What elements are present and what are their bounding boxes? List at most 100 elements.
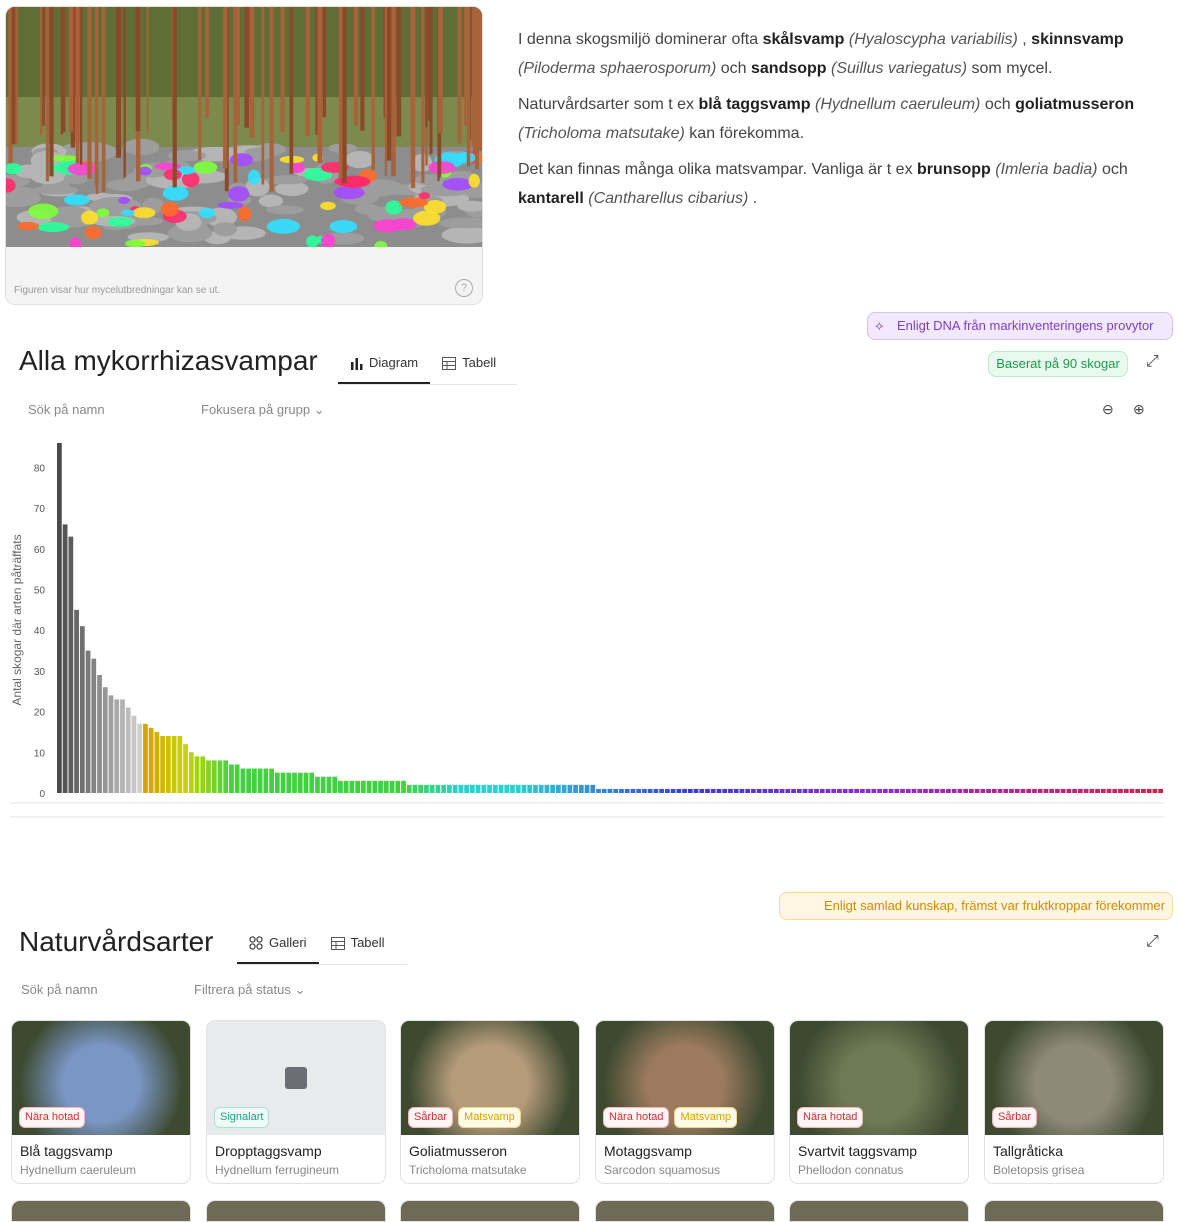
chart-bar[interactable] xyxy=(538,784,544,793)
chart-bar[interactable] xyxy=(796,788,802,793)
chart-bar[interactable] xyxy=(1009,788,1014,793)
chart-bar[interactable] xyxy=(125,707,131,793)
chart-bar[interactable] xyxy=(848,788,854,793)
chart-bar[interactable] xyxy=(223,760,229,793)
chart-bar[interactable] xyxy=(1152,788,1158,793)
species-card-next-row[interactable] xyxy=(400,1200,580,1222)
species-card[interactable]: Sårbar Matsvamp Goliatmusseron Tricholoma m… xyxy=(400,1020,580,1184)
chart-bar[interactable] xyxy=(309,772,315,793)
species-card[interactable]: Nära hotad Blå taggsvamp Hydnellum caerule… xyxy=(11,1020,191,1184)
chart-bar[interactable] xyxy=(452,784,458,793)
chart-bar[interactable] xyxy=(269,768,274,793)
chart-bar[interactable] xyxy=(1095,788,1100,793)
search-input[interactable]: Sök på namn xyxy=(28,402,105,417)
chart-bar[interactable] xyxy=(917,788,923,793)
chart-bar[interactable] xyxy=(745,788,751,793)
chart-bar[interactable] xyxy=(699,788,705,793)
chart-bar[interactable] xyxy=(68,536,74,793)
chart-bar[interactable] xyxy=(177,736,183,793)
chart-bar[interactable] xyxy=(447,784,452,793)
chart-bar[interactable] xyxy=(137,723,143,793)
chart-bar[interactable] xyxy=(630,788,636,793)
chart-bar[interactable] xyxy=(263,768,269,793)
chart-bar[interactable] xyxy=(424,784,429,793)
filter-status-dropdown[interactable]: Filtrera på status ⌄ xyxy=(194,982,305,998)
chart-bar[interactable] xyxy=(487,784,492,793)
chart-bar[interactable] xyxy=(165,736,171,793)
expand-icon-2[interactable]: ⤢ xyxy=(1146,933,1159,951)
chart-bar[interactable] xyxy=(395,780,401,793)
chart-bar[interactable] xyxy=(653,788,659,793)
chart-bar[interactable] xyxy=(102,687,108,793)
chart-bar[interactable] xyxy=(515,784,521,793)
expand-icon[interactable]: ⤢ xyxy=(1146,353,1159,371)
chart-bar[interactable] xyxy=(217,760,223,793)
chart-bar[interactable] xyxy=(1118,788,1123,793)
chart-bar[interactable] xyxy=(160,736,165,793)
chart-bar[interactable] xyxy=(802,788,808,793)
chart-bar[interactable] xyxy=(533,784,538,793)
chart-bar[interactable] xyxy=(888,788,894,793)
chart-bar[interactable] xyxy=(360,780,366,793)
chart-bar[interactable] xyxy=(1135,788,1141,793)
chart-bar[interactable] xyxy=(286,772,292,793)
chart-bar[interactable] xyxy=(1026,788,1032,793)
chart-bar[interactable] xyxy=(590,784,596,793)
chart-bar[interactable] xyxy=(986,788,991,793)
chart-bar[interactable] xyxy=(1106,788,1112,793)
chart-bar[interactable] xyxy=(418,784,424,793)
chart-bar[interactable] xyxy=(441,784,447,793)
chart-bar[interactable] xyxy=(871,788,877,793)
chart-bar[interactable] xyxy=(716,788,722,793)
chart-bar[interactable] xyxy=(475,784,481,793)
chart-bar[interactable] xyxy=(188,752,194,793)
chart-bar[interactable] xyxy=(940,788,946,793)
chart-bar[interactable] xyxy=(957,788,963,793)
species-card-next-row[interactable] xyxy=(789,1200,969,1222)
chart-bar[interactable] xyxy=(670,788,676,793)
chart-bar[interactable] xyxy=(825,788,831,793)
chart-bar[interactable] xyxy=(791,788,796,793)
chart-bar[interactable] xyxy=(143,723,148,793)
chart-bar[interactable] xyxy=(785,788,791,793)
chart-bar[interactable] xyxy=(280,772,286,793)
chart-bar[interactable] xyxy=(768,788,773,793)
chart-bar[interactable] xyxy=(332,776,338,793)
chart-bar[interactable] xyxy=(498,784,504,793)
chart-bar[interactable] xyxy=(383,780,389,793)
chart-bar[interactable] xyxy=(234,764,240,793)
chart-bar[interactable] xyxy=(974,788,980,793)
chart-bar[interactable] xyxy=(819,788,825,793)
chart-bar[interactable] xyxy=(642,788,647,793)
chart-bar[interactable] xyxy=(435,784,441,793)
chart-bar[interactable] xyxy=(1089,788,1095,793)
chart-bar[interactable] xyxy=(894,788,900,793)
chart-bar[interactable] xyxy=(229,764,234,793)
chart-bar[interactable] xyxy=(1003,788,1009,793)
chart-bar[interactable] xyxy=(968,788,974,793)
chart-bar[interactable] xyxy=(882,788,888,793)
chart-bar[interactable] xyxy=(980,788,986,793)
chart-bar[interactable] xyxy=(997,788,1003,793)
chart-bar[interactable] xyxy=(739,788,745,793)
chart-bar[interactable] xyxy=(469,784,475,793)
chart-bar[interactable] xyxy=(1100,788,1106,793)
chart-bar[interactable] xyxy=(556,784,561,793)
chart-bar[interactable] xyxy=(154,731,160,793)
chart-bar[interactable] xyxy=(171,736,177,793)
chart-bar[interactable] xyxy=(773,788,779,793)
chart-bar[interactable] xyxy=(877,788,882,793)
chart-bar[interactable] xyxy=(274,772,280,793)
chart-bar[interactable] xyxy=(905,788,911,793)
tab-table[interactable]: Tabell xyxy=(430,344,508,382)
chart-bar[interactable] xyxy=(355,780,360,793)
chart-bar[interactable] xyxy=(544,784,550,793)
chart-bar[interactable] xyxy=(74,609,79,793)
species-card-next-row[interactable] xyxy=(595,1200,775,1222)
chart-bar[interactable] xyxy=(183,744,188,793)
chart-bar[interactable] xyxy=(521,784,527,793)
chart-bar[interactable] xyxy=(303,772,309,793)
chart-bar[interactable] xyxy=(647,788,653,793)
chart-bar[interactable] xyxy=(200,756,206,793)
chart-bar[interactable] xyxy=(1049,788,1055,793)
